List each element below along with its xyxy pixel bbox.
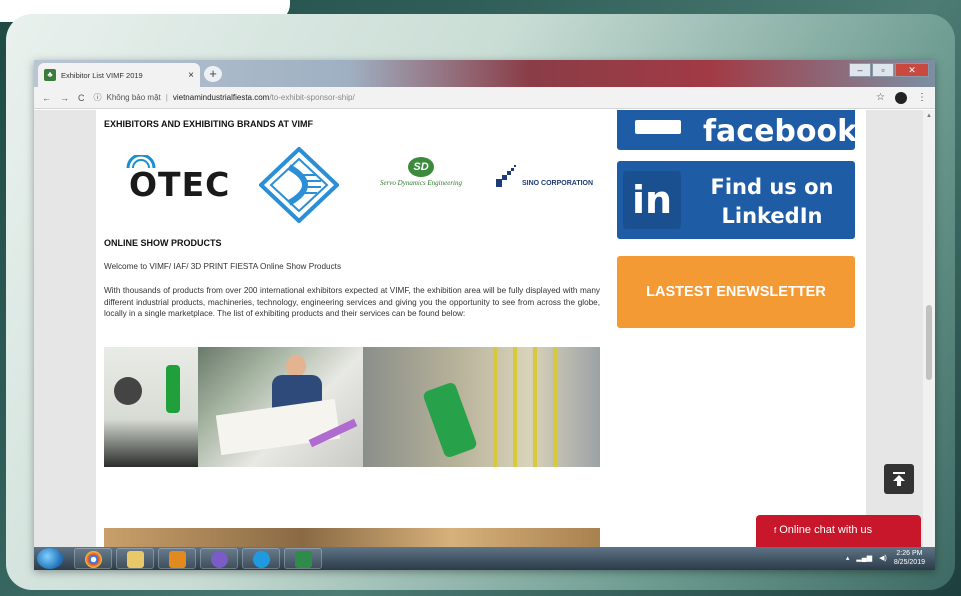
url-path: /to-exhibit-sponsor-ship/ <box>269 93 355 102</box>
tab-close-icon[interactable]: × <box>188 70 194 81</box>
sino-corporation-logo[interactable]: SINO CORPORATION <box>496 165 593 187</box>
clock-time: 2:26 PM <box>896 550 923 557</box>
chat-facebook-icon: f <box>774 526 777 535</box>
sd-name: Servo Dynamics Engineering <box>379 179 463 187</box>
chrome-icon[interactable] <box>74 548 112 569</box>
window-controls: – ▫ ✕ <box>849 63 929 77</box>
scrollbar-thumb[interactable] <box>926 305 932 380</box>
servo-dynamics-logo[interactable]: SD Servo Dynamics Engineering <box>366 157 476 187</box>
otec-logo-text: OTEC <box>129 165 231 204</box>
clock-date: 8/25/2019 <box>893 559 925 566</box>
skype-icon[interactable] <box>242 548 280 569</box>
profile-avatar[interactable] <box>895 91 907 104</box>
tab-bar: ♣ Exhibitor List VIMF 2019 × + – ▫ ✕ <box>34 60 935 87</box>
page-content: EXHIBITORS AND EXHIBITING BRANDS AT VIMF… <box>96 110 866 547</box>
exhibitor-logos: OTEC SD Servo Dynamics Engineering SINO … <box>104 143 604 223</box>
address-bar: ← → C ⓘ Không bảo mật | vietnamindustria… <box>34 87 935 109</box>
system-tray: ▴ ▂▄▆ ◀) 2:26 PM 8/25/2019 <box>846 549 925 567</box>
new-tab-button[interactable]: + <box>204 66 222 82</box>
linkedin-icon: in <box>623 171 681 229</box>
signal-icon[interactable]: ▂▄▆ <box>856 554 872 562</box>
arrow-up-icon <box>893 472 905 486</box>
address-bar-actions: ☆ ⋮ <box>876 91 927 104</box>
product-photo-3d-printer[interactable] <box>104 347 198 467</box>
info-icon[interactable]: ⓘ <box>94 92 102 103</box>
file-explorer-icon[interactable] <box>116 548 154 569</box>
diamond-brand-logo[interactable] <box>259 147 339 223</box>
description-text: With thousands of products from over 200… <box>104 286 600 318</box>
welcome-text: Welcome to VIMF/ IAF/ 3D PRINT FIESTA On… <box>104 262 342 271</box>
product-photo-partial[interactable] <box>104 528 600 547</box>
security-label: Không bảo mật <box>106 93 161 102</box>
viber-icon[interactable] <box>200 548 238 569</box>
url-field[interactable]: ⓘ Không bảo mật | vietnamindustrialfiest… <box>94 92 868 103</box>
product-photo-strip <box>104 347 600 467</box>
enewsletter-label: LASTEST ENEWSLETTER <box>646 284 826 300</box>
linkedin-label: Find us on LinkedIn <box>710 175 834 228</box>
browser-tab[interactable]: ♣ Exhibitor List VIMF 2019 × <box>38 63 200 87</box>
windows-taskbar: ▴ ▂▄▆ ◀) 2:26 PM 8/25/2019 <box>34 547 935 570</box>
chat-label: Online chat with us <box>779 524 873 536</box>
tray-arrow-icon[interactable]: ▴ <box>846 554 850 562</box>
volume-icon[interactable]: ◀) <box>879 554 887 562</box>
enewsletter-banner[interactable]: LASTEST ENEWSLETTER <box>617 256 855 328</box>
tab-title: Exhibitor List VIMF 2019 <box>61 70 143 80</box>
facebook-label: facebook <box>703 114 858 149</box>
browser-window: ♣ Exhibitor List VIMF 2019 × + – ▫ ✕ ← →… <box>34 60 935 570</box>
forward-icon[interactable]: → <box>60 93 69 103</box>
excel-icon[interactable] <box>284 548 322 569</box>
sino-stairs-icon <box>496 165 516 187</box>
url-host: vietnamindustrialfiesta.com <box>172 93 270 102</box>
clock[interactable]: 2:26 PM 8/25/2019 <box>894 549 925 567</box>
close-window-button[interactable]: ✕ <box>895 63 929 77</box>
page-viewport: EXHIBITORS AND EXHIBITING BRANDS AT VIMF… <box>34 110 935 547</box>
outlook-icon[interactable] <box>158 548 196 569</box>
scroll-up-arrow-icon[interactable]: ▲ <box>926 113 932 119</box>
favicon-icon: ♣ <box>44 69 56 81</box>
reload-icon[interactable]: C <box>78 93 85 103</box>
product-photo-wiring[interactable] <box>363 347 600 467</box>
minimize-button[interactable]: – <box>849 63 871 77</box>
start-button[interactable] <box>37 548 63 569</box>
maximize-button[interactable]: ▫ <box>872 63 894 77</box>
exhibitors-heading: EXHIBITORS AND EXHIBITING BRANDS AT VIMF <box>104 119 314 129</box>
linkedin-banner[interactable]: in Find us on LinkedIn <box>617 161 855 239</box>
online-chat-button[interactable]: f Online chat with us <box>756 515 921 547</box>
sd-mark: SD <box>408 157 434 177</box>
back-icon[interactable]: ← <box>42 93 51 103</box>
menu-icon[interactable]: ⋮ <box>917 92 927 103</box>
page-scrollbar[interactable]: ▲ <box>923 110 935 547</box>
sino-text: SINO CORPORATION <box>522 180 594 187</box>
facebook-icon <box>635 120 681 134</box>
facebook-banner[interactable]: facebook <box>617 110 858 150</box>
url-separator: | <box>165 93 168 102</box>
scroll-to-top-button[interactable] <box>884 464 914 494</box>
products-heading: ONLINE SHOW PRODUCTS <box>104 238 222 248</box>
bookmark-star-icon[interactable]: ☆ <box>876 92 885 103</box>
product-photo-student[interactable] <box>198 347 363 467</box>
